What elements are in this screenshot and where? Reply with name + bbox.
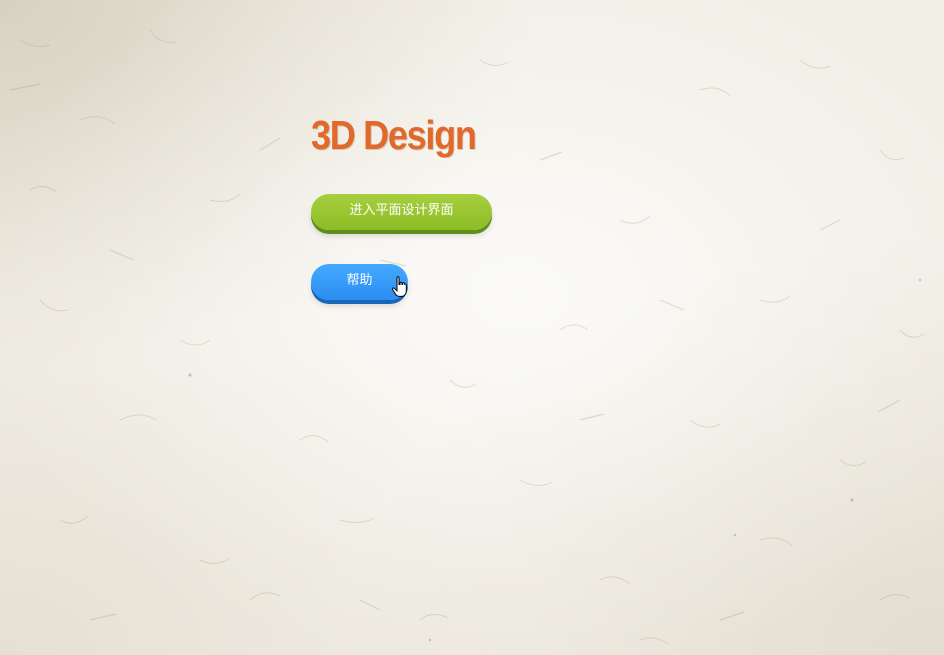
main-menu: 3D Design 进入平面设计界面 帮助: [311, 110, 498, 300]
app-title: 3D Design: [311, 112, 477, 158]
paper-texture: [9, 29, 925, 645]
help-button[interactable]: 帮助: [311, 264, 408, 300]
enter-design-button[interactable]: 进入平面设计界面: [311, 194, 492, 230]
